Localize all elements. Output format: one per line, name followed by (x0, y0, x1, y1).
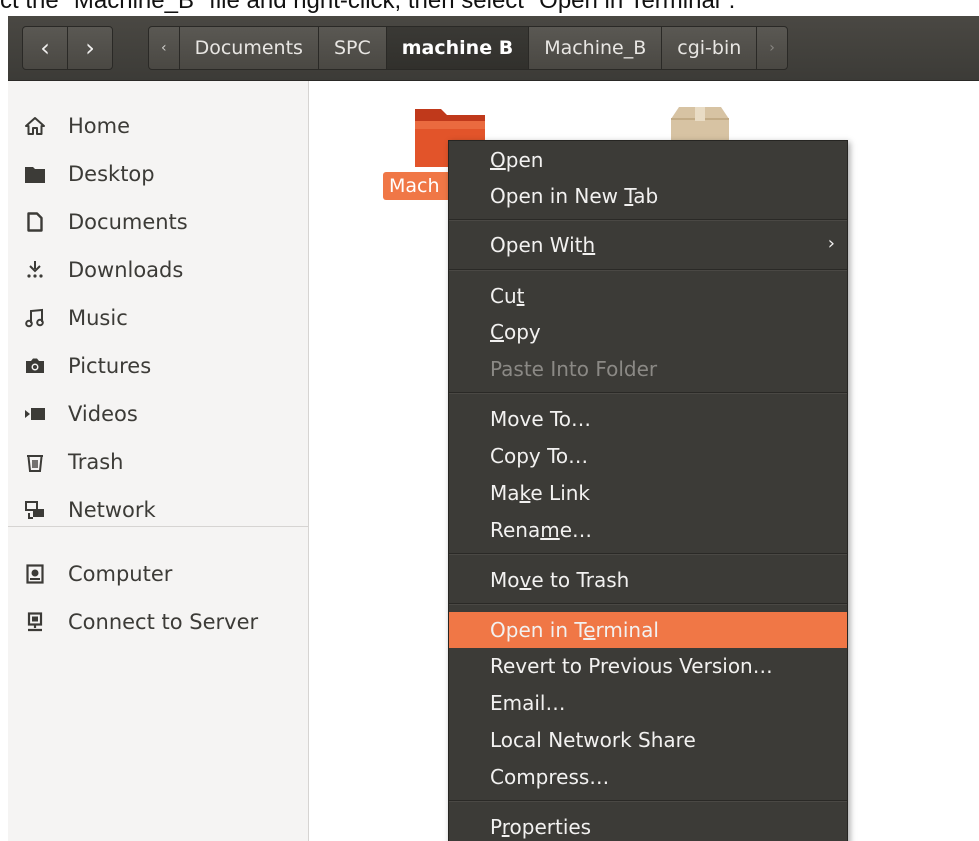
menu-item-cut[interactable]: Cut (449, 278, 847, 314)
menu-item-label: Email… (490, 691, 566, 715)
server-icon (24, 611, 46, 633)
sidebar-divider (8, 526, 308, 527)
menu-item-label: Move to Trash (490, 568, 630, 592)
toolbar: ‹ › ‹ Documents SPC machine B Machine_B … (8, 16, 979, 81)
menu-separator (449, 269, 847, 271)
menu-separator (449, 392, 847, 394)
sidebar-item-label: Desktop (68, 162, 155, 186)
back-button[interactable]: ‹ (23, 27, 67, 69)
menu-item-move-to[interactable]: Move To… (449, 401, 847, 437)
menu-item-label: Open With (490, 233, 596, 257)
camera-icon (24, 355, 46, 377)
menu-item-open-in-terminal[interactable]: Open in Terminal (449, 612, 847, 648)
menu-item-label: Paste Into Folder (490, 357, 658, 381)
sidebar-item-computer[interactable]: Computer (8, 554, 308, 594)
menu-item-open-in-new-tab[interactable]: Open in New Tab (449, 178, 847, 214)
download-icon (24, 259, 46, 281)
menu-item-label: Open (490, 148, 544, 172)
menu-item-label: Copy (490, 320, 541, 344)
breadcrumb-item-documents[interactable]: Documents (178, 27, 318, 69)
menu-item-label: Revert to Previous Version… (490, 654, 773, 678)
menu-separator (449, 553, 847, 555)
sidebar-item-downloads[interactable]: Downloads (8, 250, 308, 290)
breadcrumb-item-machine-b-folder[interactable]: Machine_B (528, 27, 661, 69)
sidebar-item-label: Downloads (68, 258, 184, 282)
menu-item-label: Open in New Tab (490, 184, 659, 208)
sidebar-item-label: Home (68, 114, 131, 138)
menu-item-label: Move To… (490, 407, 592, 431)
breadcrumb-item-machine-b-current[interactable]: machine B (385, 27, 529, 69)
context-menu: Open Open in New Tab Open With › Cut Cop… (448, 140, 848, 841)
chevron-left-icon: ‹ (161, 40, 167, 56)
menu-item-copy[interactable]: Copy (449, 314, 847, 350)
file-manager-window: ‹ › ‹ Documents SPC machine B Machine_B … (8, 16, 979, 841)
sidebar-item-music[interactable]: Music (8, 298, 308, 338)
menu-separator (449, 800, 847, 802)
sidebar-item-documents[interactable]: Documents (8, 202, 308, 242)
sidebar-item-desktop[interactable]: Desktop (8, 154, 308, 194)
document-icon (24, 211, 46, 233)
breadcrumb: ‹ Documents SPC machine B Machine_B cgi-… (148, 26, 788, 70)
breadcrumb-item-cgi-bin[interactable]: cgi-bin (661, 27, 756, 69)
menu-item-rename[interactable]: Rename… (449, 512, 847, 548)
video-icon (24, 403, 46, 425)
menu-item-label: Open in Terminal (490, 618, 659, 642)
menu-item-label: Compress… (490, 765, 610, 789)
chevron-right-icon: › (827, 233, 835, 254)
sidebar-item-label: Trash (68, 450, 124, 474)
sidebar: Home Desktop Documents Downloads Music P… (8, 81, 309, 841)
sidebar-item-label: Network (68, 498, 156, 522)
sidebar-item-label: Pictures (68, 354, 152, 378)
menu-item-paste-into-folder: Paste Into Folder (449, 351, 847, 387)
menu-item-compress[interactable]: Compress… (449, 759, 847, 795)
sidebar-item-home[interactable]: Home (8, 106, 308, 146)
home-icon (24, 115, 46, 137)
menu-item-label: Properties (490, 815, 592, 839)
breadcrumb-scroll-right-button[interactable]: › (756, 27, 787, 69)
menu-separator (449, 219, 847, 221)
sidebar-item-pictures[interactable]: Pictures (8, 346, 308, 386)
breadcrumb-item-spc[interactable]: SPC (317, 27, 386, 69)
menu-item-move-to-trash[interactable]: Move to Trash (449, 562, 847, 598)
menu-item-make-link[interactable]: Make Link (449, 475, 847, 511)
instruction-caption: ct the "Machine_B" file and right-click,… (0, 0, 736, 14)
menu-separator (449, 603, 847, 605)
menu-item-properties[interactable]: Properties (449, 809, 847, 841)
sidebar-item-videos[interactable]: Videos (8, 394, 308, 434)
menu-item-open[interactable]: Open (449, 142, 847, 178)
menu-item-label: Copy To… (490, 444, 589, 468)
menu-item-label: Rename… (490, 518, 593, 542)
sidebar-item-label: Documents (68, 210, 188, 234)
sidebar-item-network[interactable]: Network (8, 490, 308, 530)
sidebar-item-trash[interactable]: Trash (8, 442, 308, 482)
sidebar-item-label: Videos (68, 402, 138, 426)
menu-item-local-network-share[interactable]: Local Network Share (449, 722, 847, 758)
menu-item-email[interactable]: Email… (449, 685, 847, 721)
screenshot-root: ct the "Machine_B" file and right-click,… (0, 0, 979, 841)
trash-icon (24, 451, 46, 473)
menu-item-copy-to[interactable]: Copy To… (449, 438, 847, 474)
forward-button[interactable]: › (67, 27, 112, 69)
music-icon (24, 307, 46, 329)
history-buttons: ‹ › (22, 26, 113, 70)
computer-icon (24, 563, 46, 585)
sidebar-item-label: Computer (68, 562, 173, 586)
menu-item-revert-to-previous-version[interactable]: Revert to Previous Version… (449, 648, 847, 684)
menu-item-open-with[interactable]: Open With › (449, 227, 847, 263)
menu-item-label: Make Link (490, 481, 591, 505)
menu-item-label: Cut (490, 284, 525, 308)
menu-item-label: Local Network Share (490, 728, 696, 752)
network-icon (24, 499, 46, 521)
chevron-right-icon: › (769, 40, 775, 56)
chevron-right-icon: › (85, 34, 95, 62)
breadcrumb-scroll-left-button[interactable]: ‹ (149, 27, 179, 69)
desktop-icon (24, 163, 46, 185)
sidebar-item-label: Music (68, 306, 128, 330)
chevron-left-icon: ‹ (40, 34, 50, 62)
sidebar-item-connect-to-server[interactable]: Connect to Server (8, 602, 308, 642)
sidebar-item-label: Connect to Server (68, 610, 259, 634)
